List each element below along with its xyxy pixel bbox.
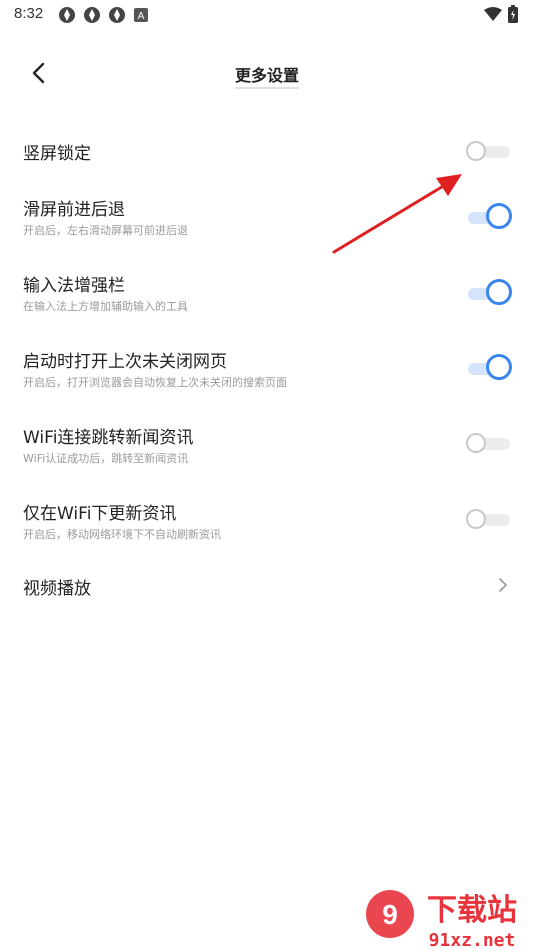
setting-row-wifi-news[interactable]: WiFi连接跳转新闻资讯 WiFi认证成功后，跳转至新闻资讯	[0, 421, 534, 471]
toggle-switch[interactable]	[466, 431, 512, 455]
toggle-switch[interactable]	[466, 354, 512, 380]
setting-row-video-playback[interactable]: 视频播放	[0, 568, 534, 608]
watermark-logo: 9 下载站 91xz.net	[366, 890, 517, 950]
watermark-domain: 91xz.net	[429, 930, 516, 950]
svg-text:9: 9	[382, 899, 398, 930]
setting-row-input-toolbar[interactable]: 输入法增强栏 在输入法上方增加辅助输入的工具	[0, 269, 534, 319]
watermark-brand: 下载站	[427, 893, 517, 928]
a-badge-icon: A	[134, 8, 148, 22]
header-bar: 更多设置	[0, 50, 534, 96]
app-icon	[59, 7, 75, 23]
toggle-knob	[486, 279, 512, 305]
toggle-knob	[466, 433, 486, 453]
setting-label: 输入法增强栏	[23, 276, 125, 296]
toggle-knob	[466, 141, 486, 161]
setting-label: WiFi连接跳转新闻资讯	[23, 428, 194, 448]
toggle-knob	[466, 509, 486, 529]
toggle-knob	[486, 354, 512, 380]
battery-icon	[508, 5, 518, 23]
setting-label: 启动时打开上次未关闭网页	[23, 352, 227, 372]
app-icon	[84, 7, 100, 23]
app-icon	[109, 7, 125, 23]
setting-row-portrait-lock[interactable]: 竖屏锁定	[0, 131, 534, 171]
setting-row-wifi-only-news[interactable]: 仅在WiFi下更新资讯 开启后，移动网络环境下不自动刷新资讯	[0, 497, 534, 547]
toggle-switch[interactable]	[466, 279, 512, 305]
setting-label: 视频播放	[23, 579, 91, 599]
setting-description: 在输入法上方增加辅助输入的工具	[23, 300, 188, 313]
setting-label: 滑屏前进后退	[23, 200, 125, 220]
setting-label: 竖屏锁定	[23, 144, 91, 164]
setting-description: WiFi认证成功后，跳转至新闻资讯	[23, 452, 189, 465]
toggle-knob	[486, 203, 512, 229]
setting-row-restore-pages[interactable]: 启动时打开上次未关闭网页 开启后，打开浏览器会自动恢复上次未关闭的搜索页面	[0, 345, 534, 395]
setting-label: 仅在WiFi下更新资讯	[23, 504, 177, 524]
annotation-arrow	[332, 174, 462, 254]
setting-description: 开启后，移动网络环境下不自动刷新资讯	[23, 528, 221, 541]
setting-description: 开启后，左右滑动屏幕可前进后退	[23, 224, 188, 237]
setting-description: 开启后，打开浏览器会自动恢复上次未关闭的搜索页面	[23, 376, 287, 389]
page-title: 更多设置	[0, 62, 534, 89]
status-time: 8:32	[14, 5, 44, 22]
toggle-switch[interactable]	[466, 203, 512, 229]
svg-text:A: A	[138, 11, 145, 22]
status-bar: 8:32 A	[0, 0, 534, 30]
wifi-icon	[484, 7, 502, 21]
chevron-right-icon[interactable]	[496, 578, 510, 592]
toggle-switch[interactable]	[466, 507, 512, 531]
toggle-switch[interactable]	[466, 139, 512, 163]
